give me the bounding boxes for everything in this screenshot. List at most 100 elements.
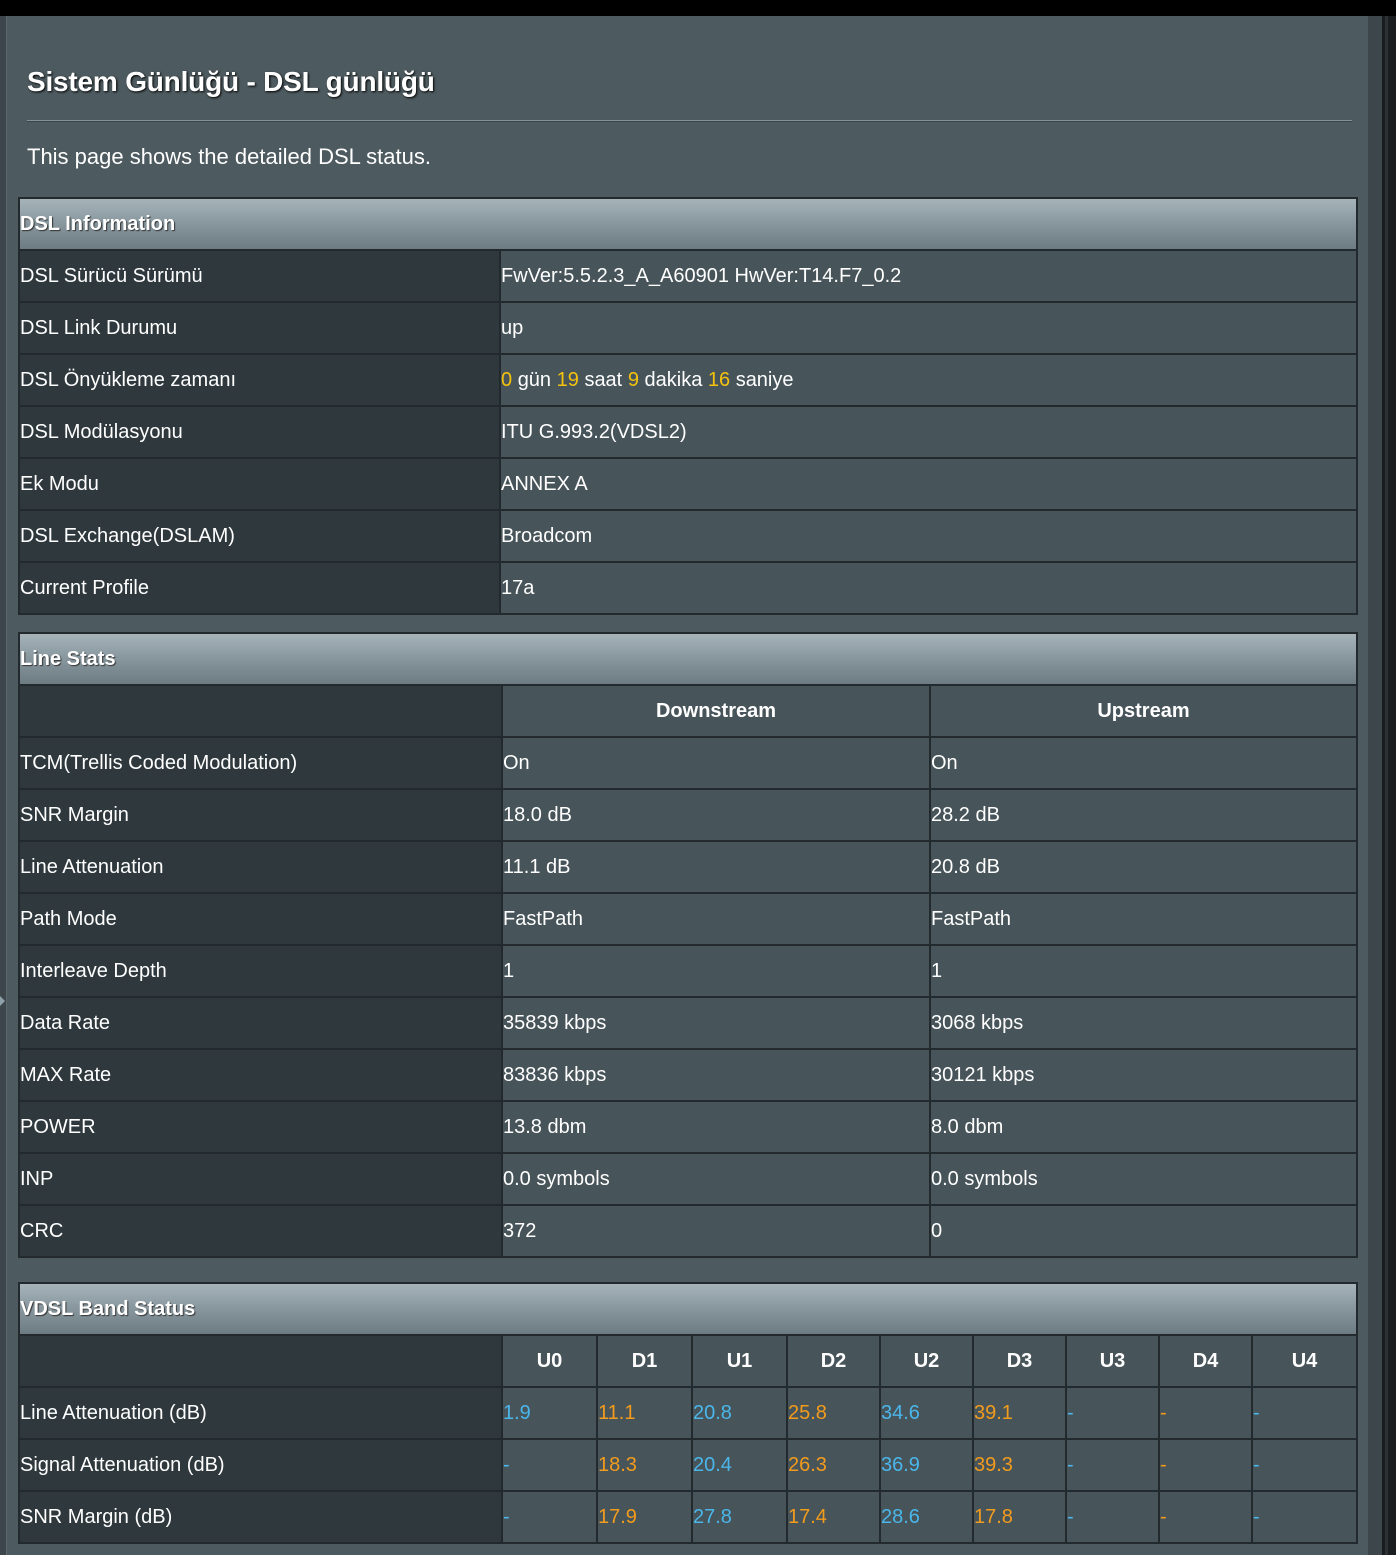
uptime-seconds-unit: saniye [735, 368, 794, 391]
collapse-arrow-icon[interactable] [0, 996, 5, 1006]
downstream-value: 83836 kbps [501, 1048, 931, 1102]
downstream-value: 372 [501, 1204, 931, 1258]
downstream-value: 35839 kbps [501, 996, 931, 1050]
vdsl-band-status-table: VDSL Band Status U0 D1 U1 D2 U2 D3 U3 D4… [18, 1282, 1358, 1544]
band-value: 17.8 [972, 1490, 1067, 1544]
row-label: SNR Margin [18, 788, 503, 842]
band-value: 1.9 [501, 1386, 598, 1440]
scrollbar-track [1385, 16, 1388, 1555]
band-value: - [501, 1438, 598, 1492]
dslam-value: Broadcom [499, 509, 1358, 563]
upstream-value: 20.8 dB [929, 840, 1358, 894]
band-value: - [1251, 1438, 1358, 1492]
page-description: This page shows the detailed DSL status. [27, 144, 431, 169]
modulation-value: ITU G.993.2(VDSL2) [499, 405, 1358, 459]
column-header-band: D2 [786, 1334, 881, 1388]
section-header-vdsl-band-status: VDSL Band Status [18, 1282, 1358, 1336]
row-label: Line Attenuation [18, 840, 503, 894]
row-label: CRC [18, 1204, 503, 1258]
table-row: Signal Attenuation (dB) - 18.3 20.4 26.3… [18, 1438, 1358, 1492]
column-header-band: U3 [1065, 1334, 1160, 1388]
band-value: 39.1 [972, 1386, 1067, 1440]
row-label: Current Profile [18, 561, 501, 615]
upstream-value: 3068 kbps [929, 996, 1358, 1050]
table-row: Line Attenuation 11.1 dB 20.8 dB [18, 840, 1358, 894]
title-divider [27, 120, 1352, 122]
row-label: DSL Modülasyonu [18, 405, 501, 459]
band-value: 18.3 [596, 1438, 693, 1492]
uptime-minutes-unit: dakika [644, 368, 703, 391]
row-label: POWER [18, 1100, 503, 1154]
band-value: 34.6 [879, 1386, 974, 1440]
table-row: CRC 372 0 [18, 1204, 1358, 1258]
table-row: SNR Margin (dB) - 17.9 27.8 17.4 28.6 17… [18, 1490, 1358, 1544]
band-value: 20.8 [691, 1386, 788, 1440]
downstream-value: 0.0 symbols [501, 1152, 931, 1206]
upstream-value: 30121 kbps [929, 1048, 1358, 1102]
upstream-value: 0 [929, 1204, 1358, 1258]
upstream-value: FastPath [929, 892, 1358, 946]
band-value: - [1251, 1386, 1358, 1440]
row-label: INP [18, 1152, 503, 1206]
content-panel: Sistem Günlüğü - DSL günlüğü This page s… [6, 16, 1368, 1555]
uptime-value: 0 gün 19 saat 9 dakika 16 saniye [499, 353, 1358, 407]
uptime-hours-unit: saat [584, 368, 623, 391]
driver-version-value: FwVer:5.5.2.3_A_A60901 HwVer:T14.F7_0.2 [499, 249, 1358, 303]
column-header-downstream: Downstream [501, 684, 931, 738]
row-label: Interleave Depth [18, 944, 503, 998]
uptime-seconds: 16 [707, 368, 731, 391]
upstream-value: 8.0 dbm [929, 1100, 1358, 1154]
table-row: DSL Link Durumu up [18, 301, 1358, 355]
row-label: TCM(Trellis Coded Modulation) [18, 736, 503, 790]
band-value: - [1158, 1490, 1253, 1544]
table-row: Interleave Depth 1 1 [18, 944, 1358, 998]
downstream-value: 18.0 dB [501, 788, 931, 842]
band-value: 36.9 [879, 1438, 974, 1492]
table-row: DSL Modülasyonu ITU G.993.2(VDSL2) [18, 405, 1358, 459]
column-header-band: D4 [1158, 1334, 1253, 1388]
row-label: DSL Önyükleme zamanı [18, 353, 501, 407]
table-row: SNR Margin 18.0 dB 28.2 dB [18, 788, 1358, 842]
table-row: POWER 13.8 dbm 8.0 dbm [18, 1100, 1358, 1154]
band-value: - [1065, 1438, 1160, 1492]
section-header-dsl-information: DSL Information [18, 197, 1358, 251]
table-row: Data Rate 35839 kbps 3068 kbps [18, 996, 1358, 1050]
downstream-value: 1 [501, 944, 931, 998]
table-row: Current Profile 17a [18, 561, 1358, 615]
row-label: MAX Rate [18, 1048, 503, 1102]
dsl-information-table: DSL Information DSL Sürücü Sürümü FwVer:… [18, 197, 1358, 615]
scrollbar[interactable] [1382, 16, 1396, 1555]
band-value: - [1158, 1438, 1253, 1492]
upstream-value: 1 [929, 944, 1358, 998]
column-header-band: U1 [691, 1334, 788, 1388]
table-header-row: U0 D1 U1 D2 U2 D3 U3 D4 U4 [18, 1334, 1358, 1388]
band-value: - [1158, 1386, 1253, 1440]
band-value: 17.9 [596, 1490, 693, 1544]
upstream-value: 0.0 symbols [929, 1152, 1358, 1206]
band-value: 11.1 [596, 1386, 693, 1440]
uptime-hours: 19 [556, 368, 579, 391]
line-stats-table: Line Stats Downstream Upstream TCM(Trell… [18, 632, 1358, 1258]
table-row: Ek Modu ANNEX A [18, 457, 1358, 511]
table-row: INP 0.0 symbols 0.0 symbols [18, 1152, 1358, 1206]
column-header-upstream: Upstream [929, 684, 1358, 738]
row-label: SNR Margin (dB) [18, 1490, 503, 1544]
band-value: - [1251, 1490, 1358, 1544]
downstream-value: On [501, 736, 931, 790]
table-row: MAX Rate 83836 kbps 30121 kbps [18, 1048, 1358, 1102]
row-label: DSL Link Durumu [18, 301, 501, 355]
row-label: DSL Exchange(DSLAM) [18, 509, 501, 563]
window-top-bar [0, 0, 1396, 16]
column-header-band: U0 [501, 1334, 598, 1388]
band-value: - [1065, 1386, 1160, 1440]
link-status-value: up [499, 301, 1358, 355]
upstream-value: 28.2 dB [929, 788, 1358, 842]
table-row: TCM(Trellis Coded Modulation) On On [18, 736, 1358, 790]
uptime-days: 0 [501, 368, 513, 391]
column-header-band: U2 [879, 1334, 974, 1388]
band-value: 20.4 [691, 1438, 788, 1492]
header-blank-cell [18, 1334, 503, 1388]
page-title: Sistem Günlüğü - DSL günlüğü [27, 66, 435, 97]
column-header-band: D1 [596, 1334, 693, 1388]
uptime-minutes: 9 [627, 368, 639, 391]
